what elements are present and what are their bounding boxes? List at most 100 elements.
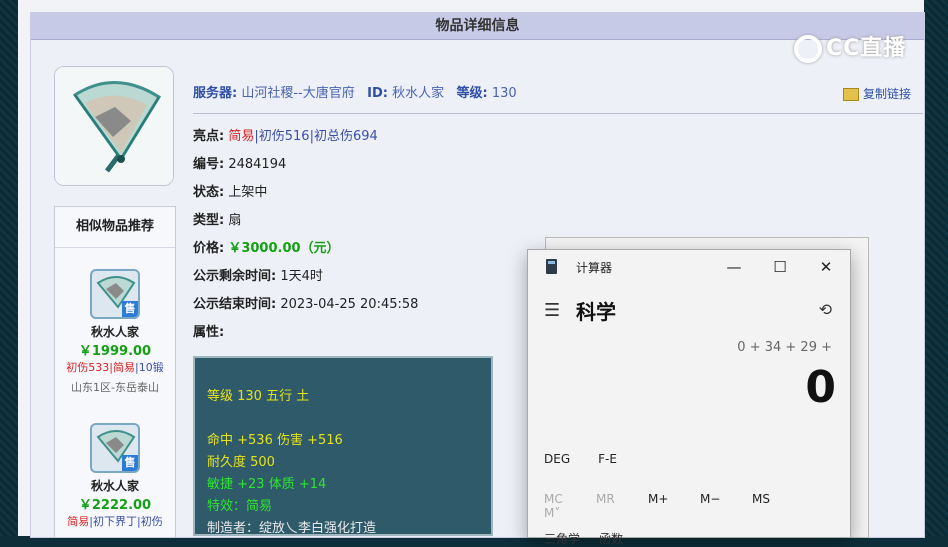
number-label: 编号: <box>193 157 225 172</box>
calculator-window[interactable]: 计算器 — ☐ ✕ ☰ 科学 ⟲ 0 + 34 + 29 + 0 DEG F-E … <box>527 249 851 546</box>
expression-display: 0 + 34 + 29 + <box>737 340 832 355</box>
attributes-row: 属性: <box>193 321 224 340</box>
minimize-button[interactable]: — <box>714 254 754 280</box>
maximize-button[interactable]: ☐ <box>760 254 800 280</box>
type-row: 类型: 扇 <box>193 209 241 228</box>
panel-title: 物品详细信息 <box>31 13 924 40</box>
watermark-logo: CC直播 <box>794 30 906 63</box>
item-tag: |10锻 <box>135 361 164 374</box>
price-row: 价格: ￥3000.00（元） <box>193 237 340 256</box>
background-left <box>0 0 18 536</box>
calculator-title: 计算器 <box>576 261 613 275</box>
calculator-app-icon <box>546 259 557 274</box>
end-time-value: 2023-04-25 20:45:58 <box>280 297 419 312</box>
deg-button[interactable]: DEG <box>544 452 570 466</box>
menu-icon[interactable]: ☰ <box>544 300 560 321</box>
item-tag: 初伤533 <box>66 361 110 374</box>
calculator-titlebar[interactable]: 计算器 — ☐ ✕ <box>528 250 850 284</box>
type-value: 扇 <box>228 213 242 228</box>
memory-row: MC MR M+ M− MS M˅ <box>544 492 844 520</box>
item-tag: |简易 <box>109 361 135 374</box>
item-tag: |初伤 <box>137 515 163 528</box>
watermark-text: CC直播 <box>826 36 907 61</box>
item-tag: 简易 <box>67 515 90 528</box>
attr-line: 特效：简易 <box>207 499 273 514</box>
item-name[interactable]: 秋水人家 <box>55 477 175 494</box>
attributes-label: 属性: <box>193 325 225 340</box>
link-icon <box>843 88 859 101</box>
item-thumbnail[interactable]: 售 <box>90 269 140 319</box>
history-icon[interactable]: ⟲ <box>819 300 832 319</box>
sale-badge: 售 <box>122 301 138 317</box>
level-label: 等级: <box>456 86 488 101</box>
attributes-box: 等级 130 五行 土 命中 +536 伤害 +516 耐久度 500 敏捷 +… <box>193 356 493 536</box>
cc-logo-icon <box>794 35 822 63</box>
close-button[interactable]: ✕ <box>806 254 846 280</box>
end-time-row: 公示结束时间: 2023-04-25 20:45:58 <box>193 293 418 312</box>
highlight-label: 亮点: <box>193 129 225 144</box>
id-value: 秋水人家 <box>392 86 445 101</box>
level-value: 130 <box>491 86 517 101</box>
attr-line: 命中 +536 伤害 +516 <box>207 433 343 448</box>
memory-store-button[interactable]: MS <box>752 492 804 506</box>
fan-icon <box>55 67 173 185</box>
item-server: 山东1区-东岳泰山 <box>71 381 159 394</box>
item-name[interactable]: 秋水人家 <box>55 323 175 340</box>
attr-line: 敏捷 +23 体质 +14 <box>207 477 327 492</box>
sale-badge: 售 <box>122 455 138 471</box>
highlight-row: 亮点: 简易|初伤516|初总伤694 <box>193 125 378 144</box>
server-label: 服务器: <box>193 86 238 101</box>
item-thumbnail[interactable]: 售 <box>90 423 140 473</box>
background-right <box>924 0 948 536</box>
item-tags: 初伤533|简易|10锻 <box>55 359 175 375</box>
memory-subtract-button[interactable]: M− <box>700 492 752 506</box>
item-tag: |初下界丁 <box>89 515 137 528</box>
status-value: 上架中 <box>228 185 268 200</box>
similar-item[interactable]: 售 秋水人家 ￥2222.00 简易|初下界丁|初伤 <box>55 423 175 529</box>
remaining-time-value: 1天4时 <box>280 269 323 284</box>
item-price: ￥1999.00 <box>78 344 152 359</box>
price-value: ￥3000.00（元） <box>228 241 340 256</box>
highlight-tag: 简易 <box>228 129 255 144</box>
function-row: 三角学 函数 <box>544 530 623 547</box>
divider <box>193 113 923 114</box>
id-label: ID: <box>367 86 388 101</box>
similar-items-panel: 相似物品推荐 售 秋水人家 ￥1999.00 初伤533|简易|10锻 山东1区… <box>54 206 176 538</box>
copy-link-button[interactable]: 复制链接 <box>843 85 911 102</box>
item-image[interactable] <box>54 66 174 186</box>
memory-recall-button[interactable]: MR <box>596 492 648 506</box>
type-label: 类型: <box>193 213 225 228</box>
attr-line: 制造者：绽放乀李白强化打造 <box>207 521 377 536</box>
end-time-label: 公示结束时间: <box>193 297 277 312</box>
mode-row: ☰ 科学 ⟲ <box>544 296 844 324</box>
server-value: 山河社稷--大唐官府 <box>241 86 355 101</box>
memory-list-button[interactable]: M˅ <box>544 506 596 520</box>
memory-clear-button[interactable]: MC <box>544 492 596 506</box>
similar-item[interactable]: 售 秋水人家 ￥1999.00 初伤533|简易|10锻 山东1区-东岳泰山 <box>55 269 175 395</box>
highlight-tag: |初伤516 <box>254 129 310 144</box>
remaining-time-label: 公示剩余时间: <box>193 269 277 284</box>
number-row: 编号: 2484194 <box>193 153 286 172</box>
price-label: 价格: <box>193 241 225 256</box>
attr-line: 耐久度 500 <box>207 455 275 470</box>
similar-items-title: 相似物品推荐 <box>55 207 175 248</box>
fe-button[interactable]: F-E <box>598 452 617 466</box>
attr-line: 等级 130 五行 土 <box>207 389 310 404</box>
angle-row: DEG F-E <box>544 452 645 466</box>
copy-link-label: 复制链接 <box>863 87 912 101</box>
mode-title: 科学 <box>576 300 616 324</box>
item-tags: 简易|初下界丁|初伤 <box>55 513 175 529</box>
memory-add-button[interactable]: M+ <box>648 492 700 506</box>
number-value: 2484194 <box>228 157 287 172</box>
item-summary: 服务器: 山河社稷--大唐官府 ID: 秋水人家 等级: 130 <box>193 82 517 101</box>
item-price: ￥2222.00 <box>78 498 152 513</box>
status-label: 状态: <box>193 185 225 200</box>
status-row: 状态: 上架中 <box>193 181 267 200</box>
highlight-tag: |初总伤694 <box>309 129 378 144</box>
function-menu[interactable]: 函数 <box>599 532 623 546</box>
remaining-time-row: 公示剩余时间: 1天4时 <box>193 265 323 284</box>
trigonometry-menu[interactable]: 三角学 <box>544 532 580 546</box>
result-display: 0 <box>805 362 836 413</box>
